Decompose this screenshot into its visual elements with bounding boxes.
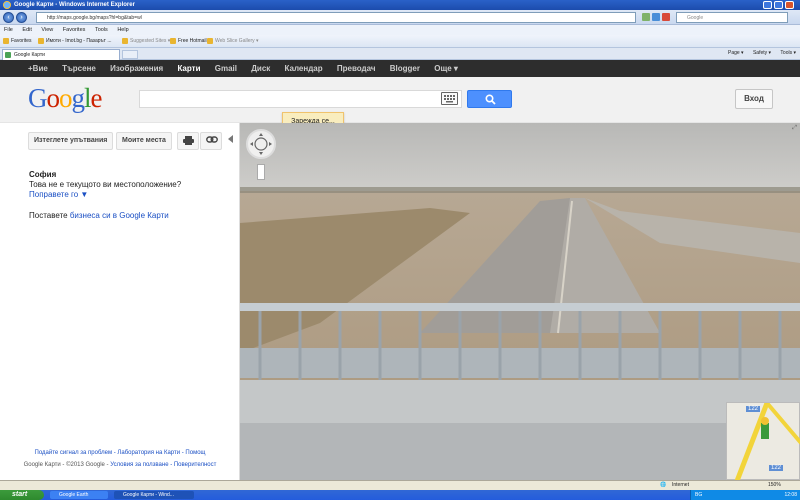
terms-privacy-links[interactable]: Условия за ползване - Поверителност — [110, 462, 216, 468]
gbar-maps[interactable]: Карти — [177, 64, 200, 73]
tab-google-maps[interactable]: Google Карти — [2, 49, 120, 60]
lang-indicator[interactable]: BG — [695, 490, 702, 500]
stop-icon[interactable] — [662, 13, 670, 21]
link-icon — [206, 136, 218, 143]
compat-view-icon[interactable] — [642, 13, 650, 21]
add-business-link[interactable]: бизнеса си в Google Карти — [70, 211, 169, 220]
add-business-text: Поставете бизнеса си в Google Карти — [29, 211, 169, 220]
print-icon — [183, 136, 194, 145]
collapse-panel-icon[interactable] — [228, 135, 233, 143]
signin-button[interactable]: Вход — [735, 89, 773, 109]
favorites-button[interactable]: Favorites — [3, 35, 32, 48]
road-badge: 122 — [769, 465, 784, 471]
star-icon — [3, 37, 9, 44]
status-bar: 🌐 Internet 150% — [0, 480, 800, 490]
maps-favicon-icon — [5, 52, 11, 58]
pan-control[interactable] — [246, 129, 276, 159]
favorite-item[interactable]: Suggested Sites ▾ — [122, 35, 170, 48]
gbar-plus[interactable]: +Вие — [28, 64, 48, 73]
cmd-page[interactable]: Page ▾ — [728, 50, 744, 56]
menu-tools[interactable]: Tools — [95, 27, 108, 33]
minimize-button[interactable] — [763, 1, 772, 9]
task-ie[interactable]: Google Карти - Wind... — [114, 491, 194, 499]
address-toolbar: ‹ › http://maps.google.bg/maps?hl=bg&tab… — [0, 10, 800, 25]
address-text: http://maps.google.bg/maps?hl=bg&tab=wl — [47, 15, 142, 21]
taskbar: start Google Earth Google Карти - Wind..… — [0, 490, 800, 500]
gbar-blogger[interactable]: Blogger — [390, 64, 420, 73]
page-icon — [38, 37, 44, 44]
zoom-control[interactable] — [257, 164, 265, 180]
expand-icon[interactable]: ⤢ — [792, 125, 797, 132]
tab-bar: Google Карти Page ▾ Safety ▾ Tools ▾ — [0, 48, 800, 60]
new-tab-button[interactable] — [122, 50, 138, 59]
window-title: Google Карти - Windows Internet Explorer — [14, 2, 135, 8]
zoom-level[interactable]: 150% — [768, 481, 781, 490]
minimap-canvas — [734, 401, 800, 480]
keyboard-icon[interactable] — [441, 92, 458, 105]
favorite-item[interactable]: Free Hotmail — [170, 35, 207, 48]
street-view-scene — [240, 187, 800, 480]
page-icon — [170, 37, 176, 44]
command-bar: Page ▾ Safety ▾ Tools ▾ — [720, 48, 796, 59]
system-tray: BG 12:08 — [690, 490, 800, 500]
start-button[interactable]: start — [0, 490, 44, 500]
compass-icon — [250, 133, 272, 155]
maps-search-input[interactable] — [139, 90, 462, 108]
gbar-translate[interactable]: Преводач — [337, 64, 376, 73]
favorite-item[interactable]: Web Slice Gallery ▾ — [207, 35, 259, 48]
menu-edit[interactable]: Edit — [22, 27, 31, 33]
zone-globe-icon: 🌐 — [660, 482, 667, 488]
search-icon — [485, 94, 496, 105]
search-placeholder: Google — [687, 15, 704, 21]
back-button[interactable]: ‹ — [3, 12, 14, 23]
menu-help[interactable]: Help — [117, 27, 128, 33]
footer-links[interactable]: Подайте сигнал за проблем - Лаборатория … — [0, 450, 240, 456]
favorites-bar: Favorites Имоти - Imot.bg - Пазарът ... … — [0, 35, 800, 48]
ie-logo-icon — [3, 1, 11, 9]
address-input[interactable]: http://maps.google.bg/maps?hl=bg&tab=wl — [36, 12, 636, 23]
menu-favorites[interactable]: Favorites — [63, 27, 86, 33]
favorite-item[interactable]: Имоти - Imot.bg - Пазарът ... — [38, 35, 112, 48]
task-google-earth[interactable]: Google Earth — [50, 491, 108, 499]
gbar-images[interactable]: Изображения — [110, 64, 163, 73]
refresh-icon[interactable] — [652, 13, 660, 21]
gbar-more[interactable]: Още ▾ — [434, 64, 458, 73]
search-input[interactable]: Google — [676, 12, 788, 23]
google-bar: +Вие Търсене Изображения Карти Gmail Дис… — [0, 60, 800, 77]
menu-view[interactable]: View — [41, 27, 53, 33]
street-view-minimap[interactable]: 122 122 — [726, 401, 800, 480]
tab-label: Google Карти — [14, 52, 45, 58]
cmd-tools[interactable]: Tools ▾ — [780, 50, 796, 56]
maps-header: Google Вход — [0, 77, 800, 123]
fix-location-link[interactable]: Поправете го ▼ — [29, 190, 88, 199]
window-titlebar: Google Карти - Windows Internet Explorer — [0, 0, 800, 10]
forward-button[interactable]: › — [16, 12, 27, 23]
ie-menu-bar: File Edit View Favorites Tools Help — [0, 25, 800, 35]
search-button[interactable] — [467, 90, 512, 108]
not-location-text: Това не е текущото ви местоположение? — [29, 180, 182, 189]
road-badge: 122 — [746, 406, 761, 412]
gbar-drive[interactable]: Диск — [251, 64, 270, 73]
page-icon — [207, 37, 213, 44]
get-directions-button[interactable]: Изтеглете упътвания — [28, 132, 114, 150]
clock: 12:08 — [784, 492, 797, 498]
street-view-panorama[interactable]: ⤢ 122 122 — [240, 123, 800, 480]
zone-label: Internet — [672, 482, 689, 488]
page-icon — [122, 37, 128, 44]
menu-file[interactable]: File — [4, 27, 13, 33]
gbar-search[interactable]: Търсене — [62, 64, 96, 73]
print-button[interactable] — [177, 132, 199, 150]
footer-copyright: Google Карти - ©2013 Google - Условия за… — [23, 462, 217, 468]
google-logo[interactable]: Google — [28, 83, 102, 114]
gbar-calendar[interactable]: Календар — [285, 64, 323, 73]
gbar-gmail[interactable]: Gmail — [215, 64, 237, 73]
city-name: София — [29, 170, 57, 179]
link-button[interactable] — [200, 132, 222, 150]
cmd-safety[interactable]: Safety ▾ — [753, 50, 771, 56]
my-places-button[interactable]: Моите места — [116, 132, 172, 150]
close-button[interactable] — [785, 1, 794, 9]
left-panel: Изтеглете упътвания Моите места София То… — [0, 123, 240, 480]
maximize-button[interactable] — [774, 1, 783, 9]
